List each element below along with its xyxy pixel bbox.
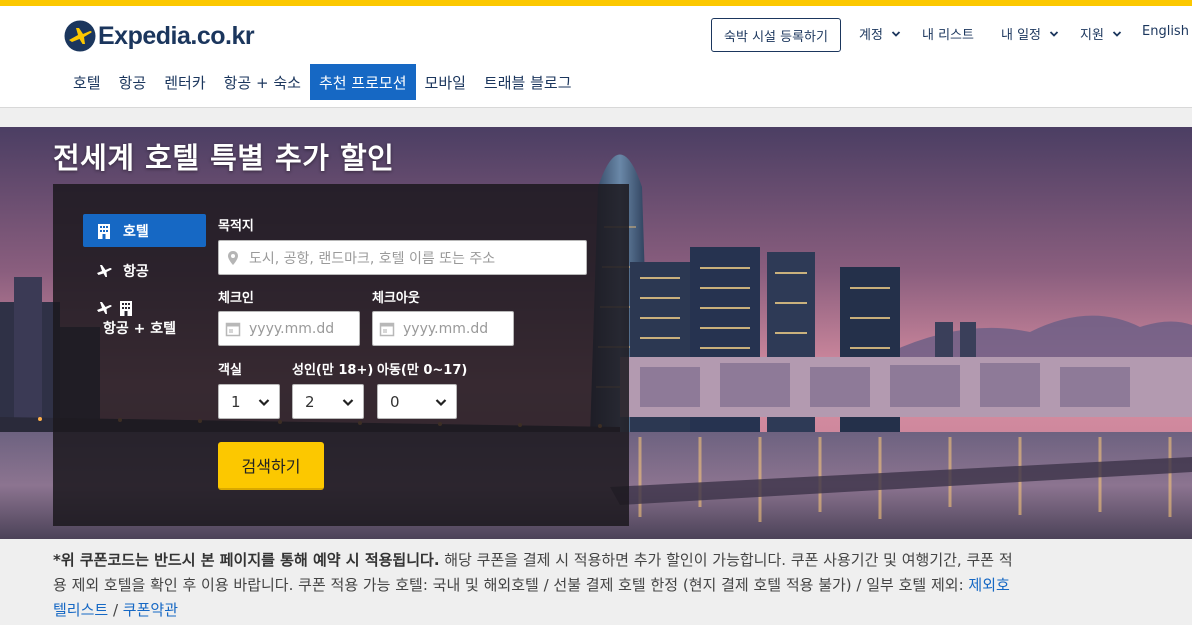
support-label: 지원: [1080, 28, 1104, 43]
children-label: 아동(만 0~17): [377, 363, 468, 378]
excluded-hotels-link-part1[interactable]: 제외호: [968, 576, 1009, 594]
rooms-label: 객실: [218, 363, 242, 378]
destination-placeholder: 도시, 공항, 랜드마크, 호텔 이름 또는 주소: [249, 250, 496, 267]
chevron-down-icon: [258, 398, 270, 406]
nav-item-promotions[interactable]: 추천 프로모션: [309, 64, 416, 100]
disclaimer-line1-rest: 해당 쿠폰을 결제 시 적용하면 추가 할인이 가능합니다. 쿠폰 사용기간 및…: [439, 551, 1013, 569]
hotel-icon: [120, 301, 132, 316]
hero-title: 전세계 호텔 특별 추가 할인: [53, 141, 395, 175]
rooms-select[interactable]: 1: [218, 384, 280, 419]
chevron-down-icon: [1049, 30, 1059, 37]
calendar-icon: [225, 322, 241, 336]
chevron-down-icon: [435, 398, 447, 406]
tab-flights[interactable]: 항공: [83, 258, 206, 284]
list-property-button[interactable]: 숙박 시설 등록하기: [711, 18, 841, 52]
tab-flight-hotel-label: 항공 + 호텔: [103, 321, 176, 337]
plane-icon: [97, 302, 112, 314]
disclaimer-line-2: 용 제외 호텔을 확인 후 이용 바랍니다. 쿠폰 적용 가능 호텔: 국내 및…: [53, 573, 1192, 598]
link-separator: /: [108, 601, 123, 619]
support-menu[interactable]: 지원: [1080, 24, 1122, 43]
checkin-label: 체크인: [218, 291, 254, 306]
calendar-icon: [379, 322, 395, 336]
rooms-value: 1: [231, 392, 241, 411]
account-label: 계정: [859, 28, 883, 43]
adults-select[interactable]: 2: [292, 384, 364, 419]
coupon-terms-link[interactable]: 쿠폰약관: [123, 601, 178, 619]
checkin-date-input[interactable]: yyyy.mm.dd: [218, 311, 360, 346]
checkout-date-input[interactable]: yyyy.mm.dd: [372, 311, 514, 346]
checkout-placeholder: yyyy.mm.dd: [403, 320, 489, 337]
hotel-icon: [98, 223, 110, 239]
disclaimer-bold: *위 쿠폰코드는 반드시 본 페이지를 통해 예약 시 적용됩니다.: [53, 551, 440, 569]
nav-item-flight-hotel[interactable]: 항공 + 숙소: [215, 64, 310, 100]
search-panel: 호텔 항공 항공 + 호텔 목적지 도시, 공항, 랜드마크, 호텔 이름 또는…: [53, 184, 629, 526]
chevron-down-icon: [891, 30, 901, 37]
account-menu[interactable]: 계정: [859, 24, 901, 43]
destination-input[interactable]: 도시, 공항, 랜드마크, 호텔 이름 또는 주소: [218, 240, 587, 275]
tab-flight-hotel[interactable]: 항공 + 호텔: [83, 297, 206, 341]
main-nav: 호텔 항공 렌터카 항공 + 숙소 추천 프로모션 모바일 트래블 블로그: [64, 64, 581, 100]
nav-item-car-rental[interactable]: 렌터카: [155, 64, 214, 100]
checkin-placeholder: yyyy.mm.dd: [249, 320, 335, 337]
coupon-disclaimer: *위 쿠폰코드는 반드시 본 페이지를 통해 예약 시 적용됩니다. 해당 쿠폰…: [53, 548, 1192, 623]
chevron-down-icon: [1112, 30, 1122, 37]
language-link[interactable]: English: [1142, 24, 1189, 39]
excluded-hotels-link-part2[interactable]: 텔리스트: [53, 601, 108, 619]
tab-hotel-label: 호텔: [123, 223, 149, 240]
plane-icon: [97, 265, 112, 277]
disclaimer-line-3: 텔리스트 / 쿠폰약관: [53, 598, 1192, 623]
my-trips-menu[interactable]: 내 일정: [1001, 24, 1059, 43]
globe-plane-icon: [64, 20, 96, 52]
nav-item-travel-blog[interactable]: 트래블 블로그: [475, 64, 581, 100]
my-list-link[interactable]: 내 리스트: [922, 24, 974, 43]
children-select[interactable]: 0: [377, 384, 457, 419]
destination-label: 목적지: [218, 219, 254, 234]
tab-hotel[interactable]: 호텔: [83, 214, 206, 247]
search-button[interactable]: 검색하기: [218, 442, 324, 490]
disclaimer-line2-text: 용 제외 호텔을 확인 후 이용 바랍니다. 쿠폰 적용 가능 호텔: 국내 및…: [53, 576, 969, 594]
disclaimer-line-1: *위 쿠폰코드는 반드시 본 페이지를 통해 예약 시 적용됩니다. 해당 쿠폰…: [53, 548, 1192, 573]
adults-label: 성인(만 18+): [292, 363, 374, 378]
children-value: 0: [390, 392, 400, 411]
my-list-label: 내 리스트: [922, 28, 974, 43]
map-pin-icon: [228, 250, 238, 265]
checkout-label: 체크아웃: [372, 291, 420, 306]
site-header: Expedia.co.kr 숙박 시설 등록하기 계정 내 리스트 내 일정 지…: [0, 6, 1192, 108]
logo-text: Expedia.co.kr: [98, 21, 255, 50]
expedia-logo[interactable]: Expedia.co.kr: [64, 18, 255, 54]
tab-flights-label: 항공: [123, 264, 149, 280]
language-label: English: [1142, 24, 1189, 39]
nav-item-mobile[interactable]: 모바일: [416, 64, 475, 100]
nav-item-flights[interactable]: 항공: [110, 64, 156, 100]
chevron-down-icon: [342, 398, 354, 406]
adults-value: 2: [305, 392, 315, 411]
nav-item-hotel[interactable]: 호텔: [64, 64, 110, 100]
my-trips-label: 내 일정: [1001, 28, 1042, 43]
